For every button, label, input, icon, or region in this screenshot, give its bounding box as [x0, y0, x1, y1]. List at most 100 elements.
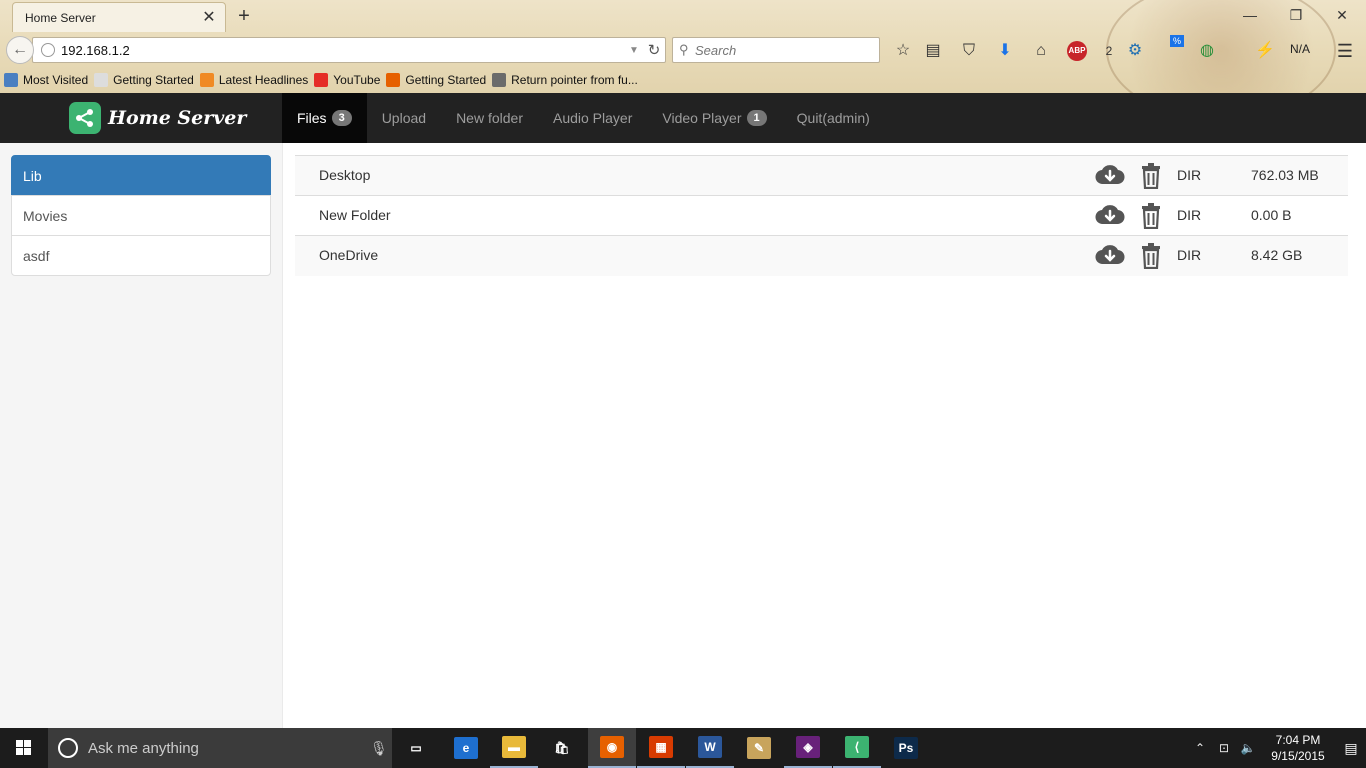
nav-files[interactable]: Files 3 — [282, 93, 367, 143]
nav-label: Video Player — [662, 110, 742, 126]
file-name-link[interactable]: Desktop — [319, 156, 370, 194]
file-explorer-icon: ▬ — [502, 736, 526, 758]
nav-label: Audio Player — [552, 110, 633, 126]
site-identity-icon[interactable] — [41, 43, 55, 57]
task-view-icon: ▭ — [410, 741, 422, 755]
nav-new-folder[interactable]: New folder — [441, 93, 538, 143]
action-center-icon[interactable]: ▤ — [1336, 740, 1366, 757]
bookmark-youtube[interactable]: YouTube — [314, 73, 380, 87]
taskbar-visual-studio[interactable]: ◈ — [784, 728, 832, 768]
bookmark-latest-headlines[interactable]: Latest Headlines — [199, 73, 308, 87]
file-name-link[interactable]: New Folder — [319, 196, 391, 234]
minimize-button[interactable]: — — [1230, 4, 1270, 26]
taskbar-file-explorer[interactable]: ▬ — [490, 728, 538, 768]
url-bar[interactable]: 192.168.1.2 ▼ ↻ — [32, 37, 666, 63]
file-type: DIR — [1177, 167, 1202, 183]
pocket-icon[interactable]: ⛉ — [958, 40, 980, 62]
new-tab-button[interactable]: + — [234, 6, 254, 26]
main-nav: Files 3 Upload New folder Audio Player Video … — [282, 93, 885, 143]
count-badge: 1 — [746, 110, 767, 126]
bookmarks-menu-icon[interactable]: ▤ — [922, 40, 944, 62]
brand-title: Home Server — [108, 107, 247, 129]
back-button[interactable]: ← — [6, 36, 34, 64]
taskbar-photoshop[interactable]: Ps — [882, 728, 930, 768]
firefox-icon: ◉ — [600, 736, 624, 758]
trash-icon[interactable] — [1139, 163, 1163, 190]
download-icon[interactable] — [1095, 242, 1125, 268]
nav-video-player[interactable]: Video Player 1 — [647, 93, 781, 143]
navigation-toolbar: 192.168.1.2 ▼ ↻ ← ⚲ ☆ ▤ ⛉ ⬇ ⌂ ABP 2 ⚙ % … — [0, 33, 1366, 67]
sidebar-item-lib[interactable]: Lib — [11, 155, 271, 196]
microphone-icon[interactable]: 🎙 — [370, 740, 392, 757]
nav-audio-player[interactable]: Audio Player — [538, 93, 647, 143]
nav-label: Upload — [381, 110, 427, 126]
nav-quit-admin[interactable]: Quit(admin) — [782, 93, 885, 143]
url-history-dropdown-icon[interactable]: ▼ — [629, 45, 643, 56]
network-icon[interactable]: ⊡ — [1212, 741, 1236, 755]
brand-link[interactable]: Home Server — [69, 102, 246, 134]
sidebar-item-asdf[interactable]: asdf — [11, 235, 271, 276]
taskbar-task-view[interactable]: ▭ — [392, 728, 440, 768]
tab-close-icon[interactable]: ✕ — [201, 9, 217, 26]
bookmark-return-pointer-from-fu[interactable]: Return pointer from fu... — [492, 73, 638, 87]
percent-addon-icon[interactable]: % — [1170, 35, 1184, 47]
store-icon: 🛍 — [554, 741, 570, 755]
file-table: Desktop DIR 762.03 MB New Folder DIR 0.00 B On… — [295, 155, 1348, 276]
bookmark-star-icon[interactable]: ☆ — [892, 40, 914, 62]
sidebar: Lib Movies asdf — [0, 143, 283, 728]
paint-icon: ✎ — [747, 737, 771, 759]
bookmark-most-visited[interactable]: Most Visited — [4, 73, 88, 87]
download-icon[interactable] — [1095, 162, 1125, 188]
downloads-icon[interactable]: ⬇ — [994, 40, 1016, 62]
taskbar-office[interactable]: ▦ — [637, 728, 685, 768]
search-box[interactable]: ⚲ — [672, 37, 880, 63]
maximize-button[interactable]: ❐ — [1276, 4, 1316, 26]
cortana-search[interactable]: Ask me anything 🎙 — [48, 728, 392, 768]
cortana-placeholder: Ask me anything — [88, 739, 199, 757]
browser-tab[interactable]: Home Server ✕ — [12, 2, 226, 32]
taskbar-edge[interactable]: e — [442, 728, 490, 768]
youtube-icon — [314, 73, 329, 87]
home-icon[interactable]: ⌂ — [1030, 40, 1052, 62]
close-window-button[interactable]: ✕ — [1322, 4, 1362, 26]
start-button[interactable] — [0, 728, 48, 768]
file-row: Desktop DIR 762.03 MB — [295, 156, 1348, 196]
rss-icon — [199, 73, 214, 87]
sidebar-item-movies[interactable]: Movies — [11, 195, 271, 236]
bookmark-label: Getting Started — [113, 73, 194, 87]
taskbar-word[interactable]: W — [686, 728, 734, 768]
trash-icon[interactable] — [1139, 243, 1163, 270]
taskbar-firefox[interactable]: ◉ — [588, 728, 636, 768]
clock[interactable]: 7:04 PM 9/15/2015 — [1260, 732, 1336, 764]
nav-label: Files — [297, 110, 327, 126]
show-hidden-icons-icon[interactable]: ⌃ — [1188, 741, 1212, 755]
taskbar-store[interactable]: 🛍 — [538, 728, 586, 768]
taskbar-paint[interactable]: ✎ — [735, 728, 783, 768]
download-icon[interactable] — [1095, 202, 1125, 228]
hamburger-menu-icon[interactable]: ☰ — [1334, 40, 1356, 62]
addon-badge-icon[interactable]: 2 — [1098, 40, 1120, 62]
edge-icon: e — [454, 737, 478, 759]
adblock-plus-icon[interactable]: ABP — [1067, 41, 1087, 61]
clock-date: 9/15/2015 — [1271, 749, 1325, 763]
trash-icon[interactable] — [1139, 203, 1163, 230]
reload-icon[interactable]: ↻ — [643, 41, 665, 59]
bookmark-getting-started[interactable]: Getting Started — [94, 73, 194, 87]
photoshop-icon: Ps — [894, 737, 918, 759]
globe-addon-icon[interactable]: ◍ — [1196, 40, 1218, 62]
visual-studio-icon: ◈ — [796, 736, 820, 758]
url-text[interactable]: 192.168.1.2 — [61, 43, 629, 58]
volume-icon[interactable]: 🔈 — [1236, 741, 1260, 755]
search-input[interactable] — [695, 42, 865, 58]
graph-addon-icon[interactable]: ⚡ — [1254, 40, 1276, 62]
nav-upload[interactable]: Upload — [367, 93, 441, 143]
nav-label: New folder — [456, 110, 523, 126]
network-addon-icon[interactable]: ⚙ — [1124, 40, 1146, 62]
firefox-icon — [386, 73, 401, 87]
browser-chrome: Home Server ✕ + — ❐ ✕ 192.168.1.2 ▼ ↻ ← … — [0, 0, 1366, 93]
bookmark-getting-started[interactable]: Getting Started — [386, 73, 486, 87]
taskbar-home-server[interactable]: ⟨ — [833, 728, 881, 768]
bookmark-label: Getting Started — [405, 73, 487, 87]
home-server-icon: ⟨ — [845, 736, 869, 758]
file-name-link[interactable]: OneDrive — [319, 236, 378, 274]
